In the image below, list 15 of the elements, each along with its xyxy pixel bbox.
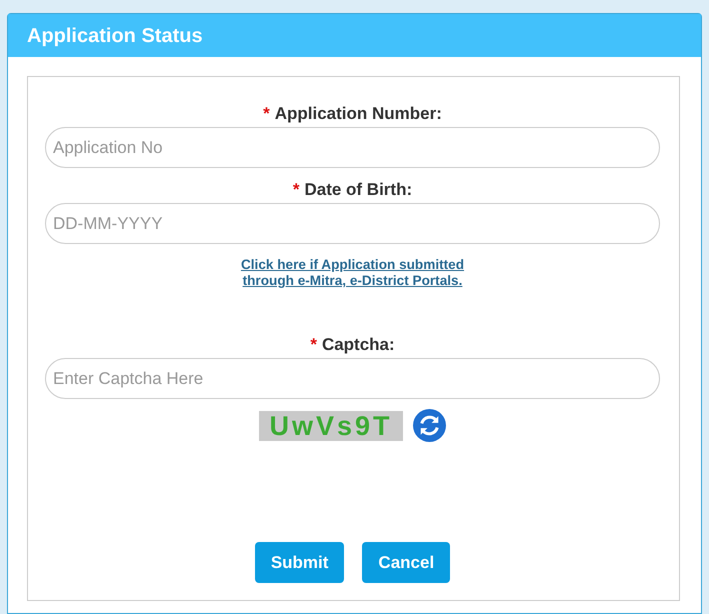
- input-field[interactable]: Enter Captcha Here: [45, 358, 660, 399]
- portal-link[interactable]: Click here if Application submitted through e-Mitra, e-District Portals.: [226, 257, 478, 289]
- field-label: Application Number:: [274, 104, 442, 123]
- cancel-button[interactable]: Cancel: [362, 542, 450, 583]
- required-asterisk: *: [292, 180, 300, 199]
- required-asterisk: *: [310, 335, 317, 354]
- field-label: Captcha:: [322, 335, 395, 354]
- required-asterisk: *: [263, 104, 270, 123]
- panel-title: Application Status: [27, 24, 203, 48]
- submit-button[interactable]: Submit: [254, 542, 344, 583]
- input-field[interactable]: Application No: [45, 127, 660, 168]
- input-field[interactable]: DD-MM-YYYY: [45, 203, 660, 244]
- captcha-text: UwVs9T: [269, 410, 393, 440]
- field-label: Date of Birth:: [304, 180, 412, 199]
- refresh-icon[interactable]: [413, 409, 446, 442]
